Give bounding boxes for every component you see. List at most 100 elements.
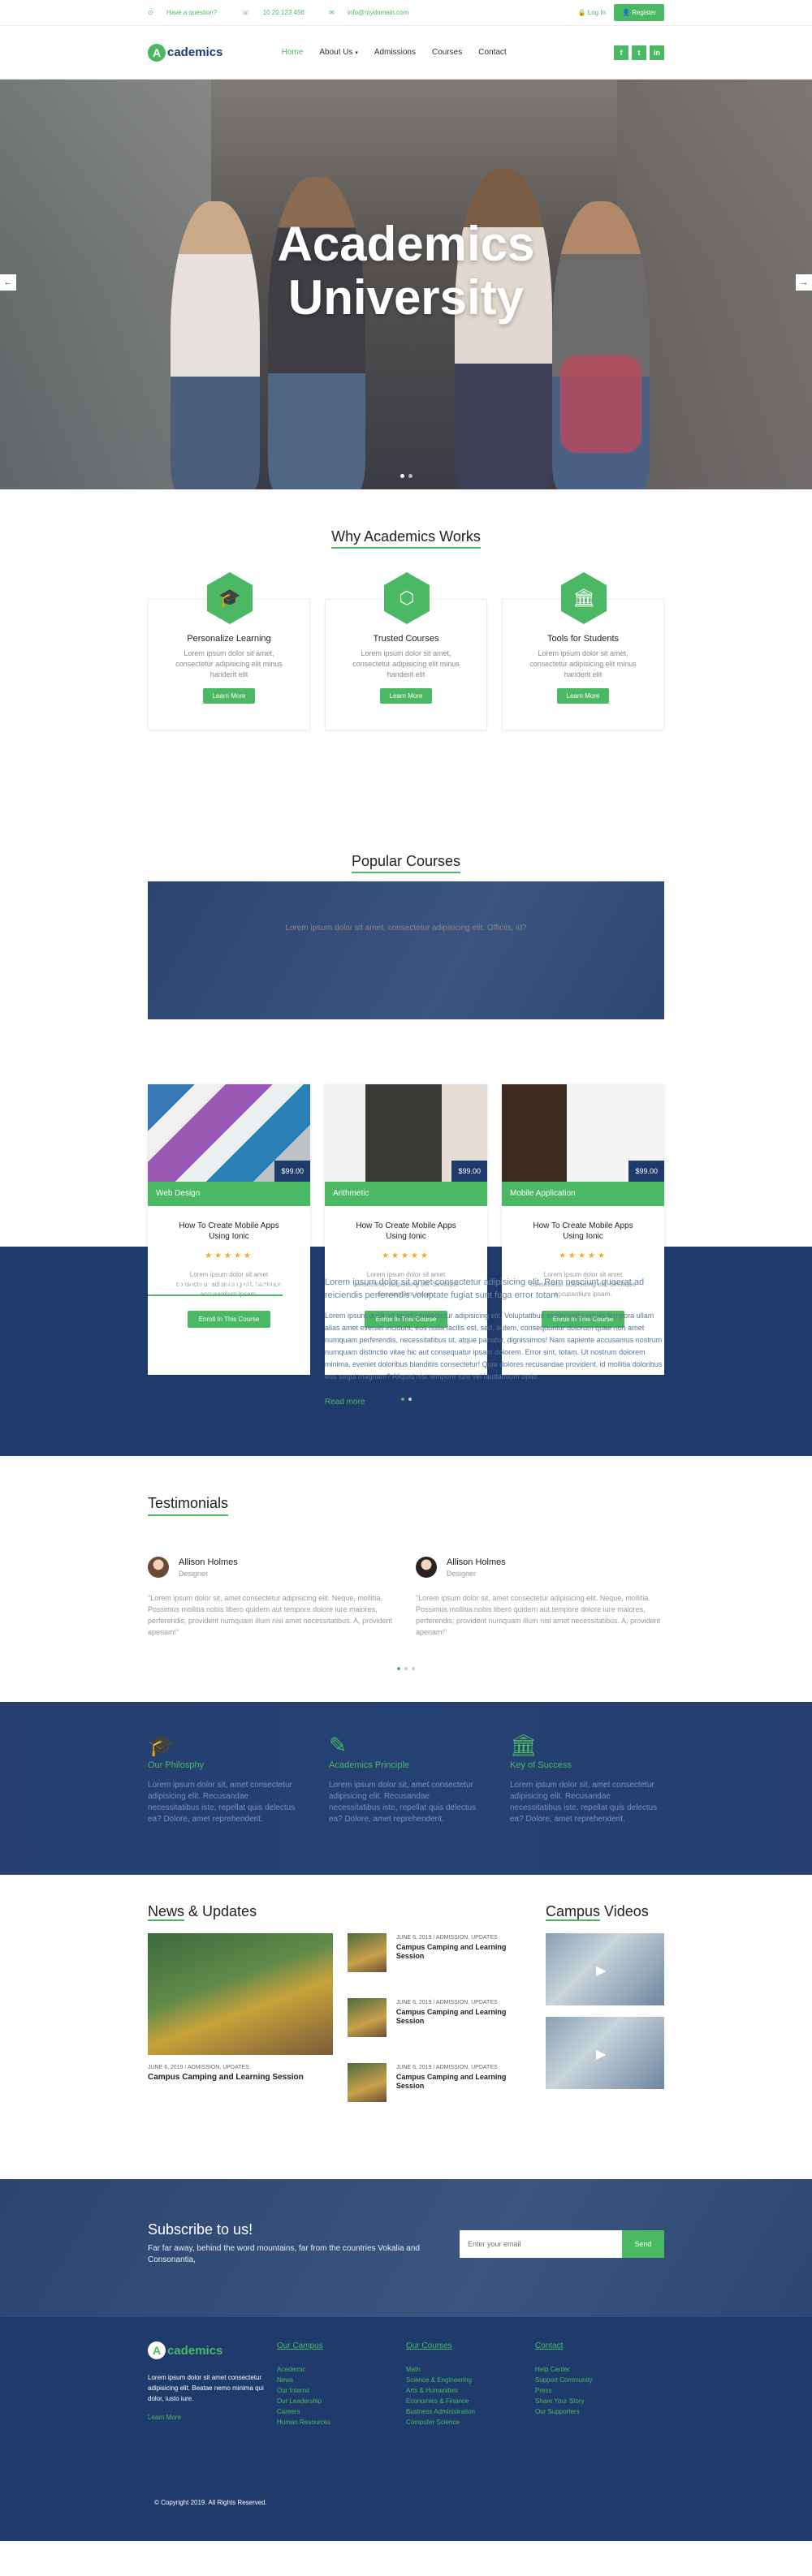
news-headline[interactable]: Campus Camping and Learning Session: [396, 1943, 536, 1961]
footer-learn-more-link[interactable]: Learn More: [148, 2414, 277, 2421]
twitter-icon[interactable]: t: [632, 45, 646, 60]
main-nav: A cademics Home About Us ▾ Admissions Co…: [0, 26, 812, 80]
footer-link[interactable]: Economics & Finance: [406, 2396, 535, 2406]
register-button[interactable]: 👤 Register: [614, 4, 664, 21]
subscribe-form: Send: [460, 2229, 664, 2258]
hero-prev-arrow[interactable]: ←: [0, 274, 16, 291]
facebook-icon[interactable]: f: [614, 45, 628, 60]
nav-item-contact[interactable]: Contact: [478, 48, 506, 57]
video-thumbnail[interactable]: ▶: [546, 2017, 664, 2089]
testimonial-dots: [148, 1667, 664, 1670]
subscribe-section: Subscribe to us! Far far away, behind th…: [0, 2179, 812, 2317]
course-price: $99.00: [451, 1161, 487, 1182]
read-more-link[interactable]: Read more: [325, 1398, 664, 1406]
about-section: About Our University Lorem ipsum dolor s…: [0, 1247, 812, 1456]
footer-link[interactable]: Our Leadership: [277, 2396, 406, 2406]
footer-link[interactable]: Press: [535, 2385, 664, 2396]
testimonial-dot[interactable]: [397, 1667, 400, 1670]
footer-link[interactable]: Help Center: [535, 2364, 664, 2375]
footer-link[interactable]: Share Your Story: [535, 2396, 664, 2406]
top-bar: ⊙ Have a question? ☏ 10 20 123 456 ✉ inf…: [0, 0, 812, 26]
campus-videos: Campus Videos ▶ ▶: [546, 1903, 664, 2128]
course-title[interactable]: How To Create Mobile Apps Using Ionic: [348, 1221, 464, 1242]
news-meta: JUNE 6, 2019 / ADMISSION, UPDATES: [395, 2000, 498, 2005]
news-meta: JUNE 6, 2019 / ADMISSION, UPDATES: [148, 2065, 249, 2070]
logo-mark: A: [148, 2341, 166, 2359]
email-field[interactable]: [460, 2229, 622, 2258]
testimonials-title: Testimonials: [148, 1495, 229, 1516]
footer-link[interactable]: Computer Science: [406, 2417, 535, 2427]
testimonial-dot[interactable]: [404, 1667, 408, 1670]
chevron-down-icon: ▾: [355, 50, 358, 56]
play-icon: ▶: [596, 2048, 607, 2061]
principle: 🏛 Key of Success Lorem ipsum dolor sit, …: [510, 1733, 664, 1825]
nav-item-home[interactable]: Home: [282, 48, 304, 57]
footer-link[interactable]: Careers: [277, 2406, 406, 2417]
footer-link[interactable]: Arts & Humanities: [406, 2385, 535, 2396]
hero-next-arrow[interactable]: →: [796, 274, 812, 291]
linkedin-icon[interactable]: in: [650, 45, 664, 60]
nav-item-about[interactable]: About Us ▾: [319, 48, 357, 57]
footer-logo[interactable]: A cademics: [148, 2341, 277, 2359]
footer-link[interactable]: Business Administration: [406, 2406, 535, 2417]
university-icon: 🏛: [561, 572, 607, 624]
course-category: Web Design: [148, 1182, 310, 1206]
feature-card: ⬡ Trusted Courses Lorem ipsum dolor sit …: [325, 572, 487, 730]
news-thumbnail: [348, 1933, 387, 1972]
news-headline[interactable]: Campus Camping and Learning Session: [396, 2073, 536, 2091]
footer-link[interactable]: Acedemic: [277, 2364, 406, 2375]
question-link[interactable]: ⊙ Have a question?: [148, 9, 228, 16]
news-item[interactable]: JUNE 6, 2019 / ADMISSION, UPDATES Campus…: [348, 1998, 536, 2037]
course-category: Arithmetic: [325, 1182, 487, 1206]
news-title: News & Updates: [148, 1903, 257, 1921]
principle-text: Lorem ipsum dolor sit, amet consectetur …: [148, 1781, 296, 1824]
nav-item-courses[interactable]: Courses: [432, 48, 462, 57]
news-item[interactable]: JUNE 6, 2019 / ADMISSION, UPDATES Campus…: [348, 2063, 536, 2102]
news-featured[interactable]: JUNE 6, 2019 / ADMISSION, UPDATES Campus…: [148, 1933, 333, 2128]
news-thumbnail: [348, 2063, 387, 2102]
news-headline[interactable]: Campus Camping and Learning Session: [396, 2008, 536, 2026]
footer-link[interactable]: News: [277, 2375, 406, 2385]
course-price: $99.00: [274, 1161, 310, 1182]
send-button[interactable]: Send: [622, 2229, 664, 2258]
logo-mark: A: [148, 43, 166, 62]
feature-card: 🎓 Personalize Learning Lorem ipsum dolor…: [148, 572, 310, 730]
avatar: [416, 1557, 437, 1578]
mail-icon: ✉: [329, 9, 335, 16]
graduation-cap-icon: 🎓: [207, 572, 253, 624]
email-link[interactable]: ✉ info@mydomain.com: [329, 9, 420, 16]
footer-link[interactable]: Support Community: [535, 2375, 664, 2385]
login-link[interactable]: 🔒 Log In: [578, 9, 606, 16]
nav-menu: Home About Us ▾ Admissions Courses Conta…: [282, 48, 507, 57]
footer-link[interactable]: Our Supporters: [535, 2406, 664, 2417]
learn-more-button[interactable]: Learn More: [202, 688, 256, 704]
popular-courses-section: Popular Courses Lorem ipsum dolor sit am…: [0, 802, 812, 1401]
hero-dot[interactable]: [400, 474, 404, 478]
footer-link[interactable]: Human Resources: [277, 2417, 406, 2427]
logo[interactable]: A cademics: [148, 43, 222, 62]
footer-link[interactable]: Our Interns: [277, 2385, 406, 2396]
graduation-cap-icon: 🎓: [148, 1733, 175, 1757]
user-icon: 👤: [622, 9, 630, 16]
principle: ✎ Academics Principle Lorem ipsum dolor …: [329, 1733, 483, 1825]
course-title[interactable]: How To Create Mobile Apps Using Ionic: [525, 1221, 641, 1242]
nav-item-admissions[interactable]: Admissions: [374, 48, 416, 57]
learn-more-button[interactable]: Learn More: [379, 688, 433, 704]
learn-more-button[interactable]: Learn More: [556, 688, 610, 704]
video-thumbnail[interactable]: ▶: [546, 1933, 664, 2005]
testimonial-dot[interactable]: [412, 1667, 415, 1670]
principle-text: Lorem ipsum dolor sit, amet consectetur …: [329, 1781, 477, 1824]
university-icon: 🏛: [510, 1733, 538, 1757]
footer-link[interactable]: Science & Engineering: [406, 2375, 535, 2385]
phone-link[interactable]: ☏ 10 20 123 456: [241, 9, 315, 16]
hero-dot[interactable]: [408, 474, 412, 478]
footer-link[interactable]: Math: [406, 2364, 535, 2375]
news-item[interactable]: JUNE 6, 2019 / ADMISSION, UPDATES Campus…: [348, 1933, 536, 1972]
principle: 🎓 Our Philosphy Lorem ipsum dolor sit, a…: [148, 1733, 302, 1825]
testimonial: Allison Holmes Designer "Lorem ipsum dol…: [416, 1557, 664, 1638]
avatar: [148, 1557, 169, 1578]
news-headline[interactable]: Campus Camping and Learning Session: [148, 2073, 333, 2082]
social-links: f t in: [614, 45, 664, 60]
course-title[interactable]: How To Create Mobile Apps Using Ionic: [171, 1221, 287, 1242]
copyright: © Copyright 2019. All Rights Reserved.: [154, 2499, 267, 2506]
